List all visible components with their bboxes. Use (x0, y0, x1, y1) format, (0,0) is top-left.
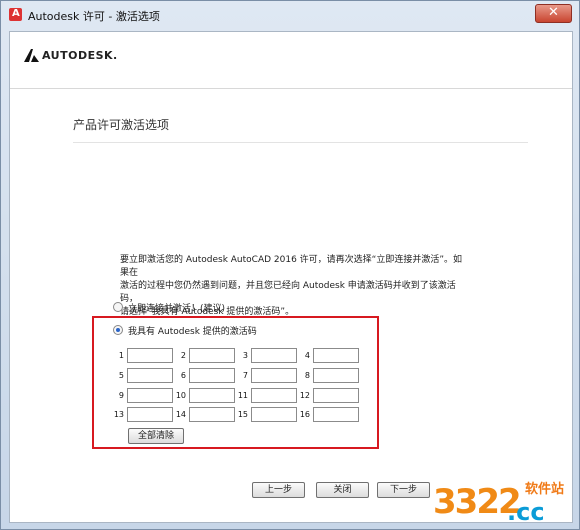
code-field-label: 2 (180, 351, 186, 360)
code-field-9[interactable] (127, 388, 173, 403)
code-field-label: 6 (180, 371, 186, 380)
code-field-label: 10 (175, 391, 186, 400)
code-field-label: 13 (113, 410, 124, 419)
code-field-16[interactable] (313, 407, 359, 422)
code-field-11[interactable] (251, 388, 297, 403)
site-watermark: 3322 .cc 软件站 (433, 474, 573, 526)
code-field-label: 8 (304, 371, 310, 380)
code-field-label: 7 (242, 371, 248, 380)
window-title: Autodesk 许可 - 激活选项 (28, 10, 160, 23)
autodesk-logo: AUTODESK. (24, 46, 117, 64)
code-field-12[interactable] (313, 388, 359, 403)
header-divider (10, 88, 572, 89)
close-window-button[interactable]: ✕ (535, 4, 572, 23)
code-field-3[interactable] (251, 348, 297, 363)
code-field-14[interactable] (189, 407, 235, 422)
page-title: 产品许可激活选项 (73, 118, 170, 132)
code-field-10[interactable] (189, 388, 235, 403)
title-divider (73, 142, 528, 143)
code-field-label: 5 (118, 371, 124, 380)
code-field-2[interactable] (189, 348, 235, 363)
code-field-label: 12 (299, 391, 310, 400)
code-field-13[interactable] (127, 407, 173, 422)
description-line: 要立即激活您的 Autodesk AutoCAD 2016 许可，请再次选择“立… (120, 255, 462, 278)
window: Autodesk 许可 - 激活选项 ✕ AUTODESK. 产品许可激活选项 … (0, 0, 580, 530)
code-field-7[interactable] (251, 368, 297, 383)
next-button[interactable]: 下一步 (377, 482, 430, 498)
connect-now-radio[interactable] (113, 302, 123, 312)
code-field-4[interactable] (313, 348, 359, 363)
dialog-content: AUTODESK. 产品许可激活选项 要立即激活您的 Autodesk Auto… (9, 31, 573, 523)
watermark-suffix: .cc (507, 498, 545, 526)
code-field-label: 9 (118, 391, 124, 400)
connect-now-label: 立即连接并激活！(建议) (128, 304, 226, 314)
autodesk-logo-icon (24, 49, 39, 62)
code-field-15[interactable] (251, 407, 297, 422)
watermark-site: 软件站 (525, 482, 565, 497)
code-field-label: 11 (237, 391, 248, 400)
code-field-6[interactable] (189, 368, 235, 383)
code-field-8[interactable] (313, 368, 359, 383)
code-field-label: 15 (237, 410, 248, 419)
title-bar[interactable]: Autodesk 许可 - 激活选项 ✕ (1, 1, 579, 29)
code-field-label: 1 (118, 351, 124, 360)
clear-all-button[interactable]: 全部清除 (128, 428, 184, 444)
code-field-label: 4 (304, 351, 310, 360)
logo-text: AUTODESK. (42, 49, 118, 62)
code-field-5[interactable] (127, 368, 173, 383)
code-field-label: 3 (242, 351, 248, 360)
code-field-1[interactable] (127, 348, 173, 363)
have-code-radio[interactable] (113, 325, 123, 335)
have-code-label: 我具有 Autodesk 提供的激活码 (128, 327, 257, 337)
code-field-label: 14 (175, 410, 186, 419)
back-button[interactable]: 上一步 (252, 482, 305, 498)
code-field-label: 16 (299, 410, 310, 419)
autodesk-app-icon (9, 8, 22, 21)
close-button[interactable]: 关闭 (316, 482, 369, 498)
